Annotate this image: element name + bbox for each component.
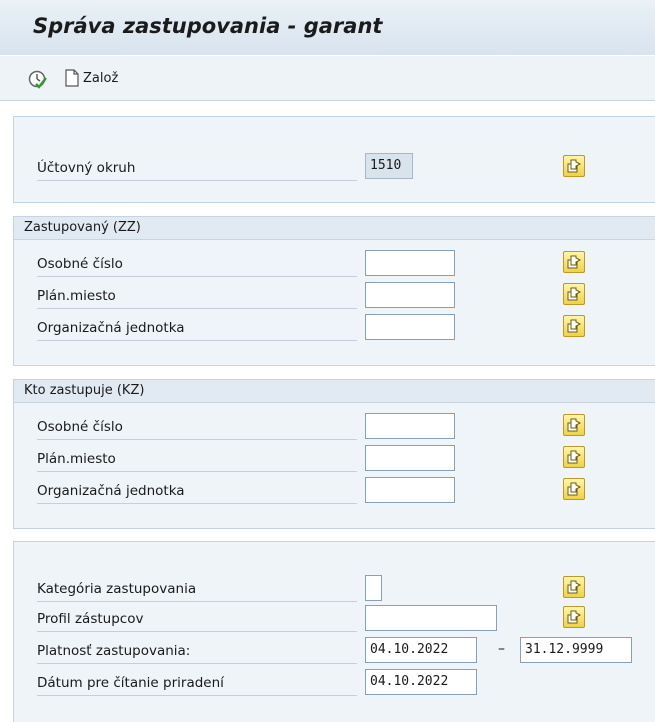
represented-panel-title: Zastupovaný (ZZ) — [14, 217, 655, 240]
substitute-personnel-number-label: Osobné číslo — [37, 415, 357, 440]
multiple-selection-arrow-icon — [567, 287, 582, 301]
multiple-selection-arrow-icon — [567, 450, 582, 464]
represented-personnel-number-row: Osobné číslo — [14, 249, 655, 279]
validity-row: Platnosť zastupovania: 04.10.2022 – 31.1… — [14, 636, 655, 666]
validity-range-separator: – — [498, 641, 505, 657]
multiple-selection-arrow-icon — [567, 610, 582, 624]
category-field[interactable] — [365, 575, 382, 601]
represented-position-row: Plán.miesto — [14, 281, 655, 311]
read-date-row: Dátum pre čítanie priradení 04.10.2022 — [14, 668, 655, 698]
represented-org-unit-label: Organizačná jednotka — [37, 316, 357, 341]
page-title: Správa zastupovania - garant — [33, 14, 383, 38]
represented-personnel-number-multiple-selection-button[interactable] — [563, 251, 585, 273]
substitute-position-field[interactable] — [365, 445, 455, 471]
create-button[interactable]: Založ — [65, 67, 118, 89]
company-code-field[interactable]: 1510 — [365, 153, 413, 179]
represented-panel: Zastupovaný (ZZ) Osobné číslo Plán.miest… — [13, 216, 655, 366]
read-date-field[interactable]: 04.10.2022 — [365, 669, 477, 695]
represented-personnel-number-label: Osobné číslo — [37, 252, 357, 277]
company-code-panel: Účtovný okruh 1510 — [13, 116, 655, 203]
substitute-position-label: Plán.miesto — [37, 447, 357, 472]
multiple-selection-arrow-icon — [567, 418, 582, 432]
substitute-position-multiple-selection-button[interactable] — [563, 446, 585, 468]
execute-clock-icon[interactable] — [27, 69, 47, 89]
details-panel: Kategória zastupovania Profil zástupcov … — [13, 541, 655, 722]
substitute-personnel-number-row: Osobné číslo — [14, 412, 655, 442]
substitute-org-unit-label: Organizačná jednotka — [37, 479, 357, 504]
validity-from-field[interactable]: 04.10.2022 — [365, 637, 477, 663]
category-label: Kategória zastupovania — [37, 577, 357, 602]
substitute-personnel-number-field[interactable] — [365, 413, 455, 439]
represented-personnel-number-field[interactable] — [365, 250, 455, 276]
substitute-profile-row: Profil zástupcov — [14, 604, 655, 634]
multiple-selection-arrow-icon — [567, 255, 582, 269]
category-multiple-selection-button[interactable] — [563, 576, 585, 598]
multiple-selection-arrow-icon — [567, 319, 582, 333]
represented-position-field[interactable] — [365, 282, 455, 308]
multiple-selection-arrow-icon — [567, 482, 582, 496]
company-code-row: Účtovný okruh 1510 — [14, 153, 655, 183]
substitute-org-unit-field[interactable] — [365, 477, 455, 503]
validity-to-field[interactable]: 31.12.9999 — [520, 637, 632, 663]
substitute-position-row: Plán.miesto — [14, 444, 655, 474]
validity-label: Platnosť zastupovania: — [37, 639, 357, 664]
application-toolbar: Založ — [0, 56, 655, 101]
represented-position-label: Plán.miesto — [37, 284, 357, 309]
substitute-personnel-number-multiple-selection-button[interactable] — [563, 414, 585, 436]
multiple-selection-arrow-icon — [567, 580, 582, 594]
multiple-selection-arrow-icon — [567, 159, 582, 173]
substitute-panel-title: Kto zastupuje (KZ) — [14, 380, 655, 403]
substitute-panel: Kto zastupuje (KZ) Osobné číslo Plán.mie… — [13, 379, 655, 529]
read-date-label: Dátum pre čítanie priradení — [37, 671, 357, 696]
represented-org-unit-field[interactable] — [365, 314, 455, 340]
represented-position-multiple-selection-button[interactable] — [563, 283, 585, 305]
substitute-profile-label: Profil zástupcov — [37, 607, 357, 632]
substitute-profile-field[interactable] — [365, 605, 497, 631]
company-code-label: Účtovný okruh — [37, 156, 357, 181]
create-button-label: Založ — [83, 70, 119, 86]
represented-org-unit-row: Organizačná jednotka — [14, 313, 655, 343]
represented-org-unit-multiple-selection-button[interactable] — [563, 315, 585, 337]
substitute-org-unit-multiple-selection-button[interactable] — [563, 478, 585, 500]
category-row: Kategória zastupovania — [14, 574, 655, 604]
company-code-multiple-selection-button[interactable] — [563, 155, 585, 177]
substitute-profile-multiple-selection-button[interactable] — [563, 606, 585, 628]
substitute-org-unit-row: Organizačná jednotka — [14, 476, 655, 506]
new-document-icon — [65, 69, 79, 87]
title-bar: Správa zastupovania - garant — [0, 0, 655, 55]
